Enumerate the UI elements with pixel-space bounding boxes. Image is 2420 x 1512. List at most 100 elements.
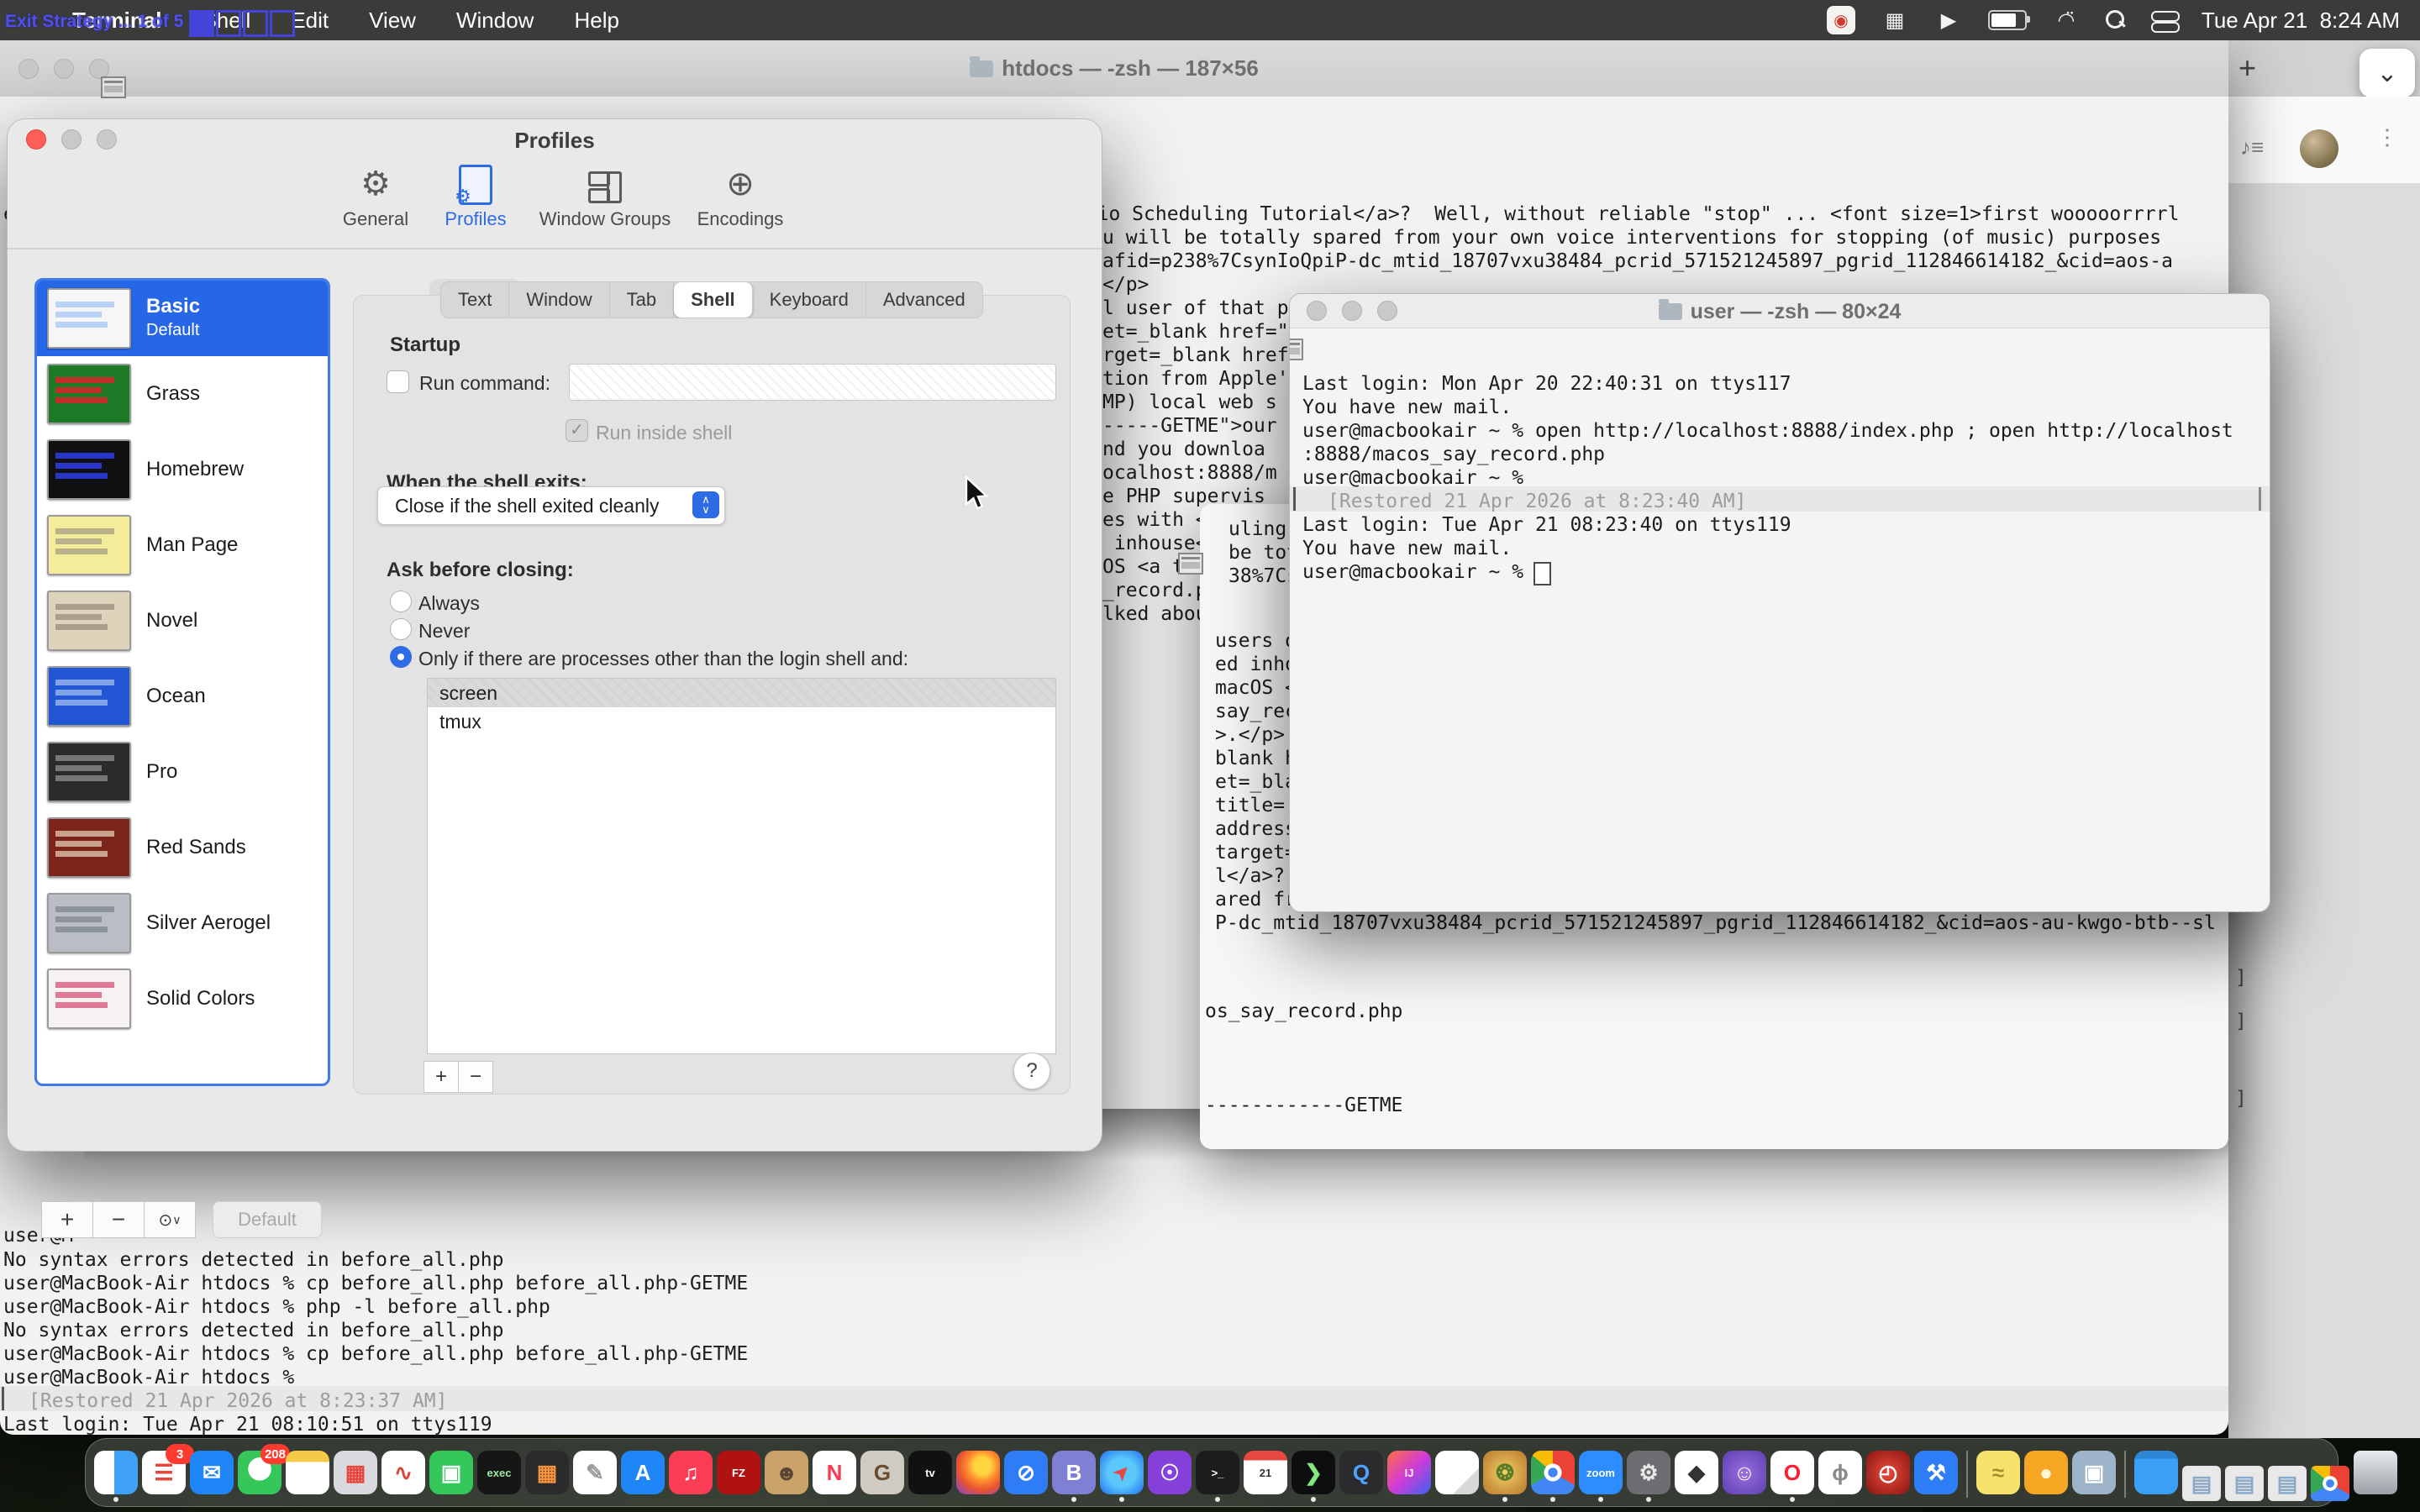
profile-list-item[interactable]: Ocean [37, 659, 328, 734]
chevron-down-button[interactable]: ⌄ [2360, 49, 2415, 97]
toolbar-profiles[interactable]: Profiles [413, 165, 539, 230]
htdocs-titlebar[interactable]: htdocs — -zsh — 187×56 [0, 40, 2228, 97]
profile-list[interactable]: BasicDefault Grass Homebrew [34, 278, 330, 1086]
radio-only-if-processes[interactable] [390, 646, 412, 668]
run-inside-shell-checkbox[interactable]: ✓ [566, 419, 588, 442]
dock-item-messages[interactable]: 208 [238, 1451, 281, 1494]
dock-item-minimized-window-1[interactable]: ▤ [2182, 1466, 2221, 1501]
user-terminal-window[interactable]: user — -zsh — 80×24 Last login: Mon Apr … [1289, 293, 2270, 912]
profile-list-actions[interactable]: + − ⊙∨ [41, 1201, 195, 1238]
profile-list-item[interactable]: Red Sands [37, 810, 328, 885]
dock-item-xcode[interactable]: ⚒ [1914, 1451, 1958, 1494]
dock-item-intellij[interactable]: IJ [1387, 1451, 1431, 1494]
dock-item-screenshot-preview[interactable]: ▣ [2072, 1451, 2116, 1494]
dock-item-notes[interactable] [286, 1451, 329, 1494]
shell-exits-dropdown[interactable]: Close if the shell exited cleanly ∧∨ [377, 486, 725, 525]
tab[interactable]: Tab [610, 282, 674, 318]
tab[interactable]: Keyboard [753, 282, 866, 318]
dock-item-freeform[interactable]: ∿ [381, 1451, 425, 1494]
profile-list-item[interactable]: Grass [37, 356, 328, 432]
dock-item-tv[interactable]: tv [908, 1451, 952, 1494]
tab[interactable]: Advanced [866, 282, 982, 318]
menu-help[interactable]: Help [574, 8, 618, 34]
dock-item-stickies[interactable]: ≈ [1976, 1451, 2020, 1494]
window-switcher-icon[interactable]: ▦ [1881, 8, 1909, 33]
dock-item-podcasts[interactable]: ☉ [1148, 1451, 1192, 1494]
dock-item-zoom[interactable]: zoom [1579, 1451, 1623, 1494]
tab[interactable]: Text [441, 282, 509, 318]
battery-icon[interactable] [1988, 10, 2027, 30]
dock-item-downloads-folder[interactable] [2134, 1451, 2178, 1494]
toolbar-window-groups[interactable]: Window Groups [521, 165, 689, 230]
spotlight-icon[interactable] [2106, 10, 2126, 30]
radio-always[interactable] [390, 591, 412, 612]
dock-item-herd[interactable]: ɸ [1818, 1451, 1862, 1494]
add-profile-button[interactable]: + [41, 1201, 93, 1238]
user-terminal-content[interactable]: Last login: Mon Apr 20 22:40:31 on ttys1… [1290, 328, 2270, 911]
radio-never[interactable] [390, 618, 412, 640]
dock-item-launchpad[interactable]: ▦ [334, 1451, 377, 1494]
dock-item-purple-pet[interactable]: ☺ [1723, 1451, 1766, 1494]
dock-item-sep1[interactable] [1962, 1451, 1972, 1494]
user-titlebar[interactable]: user — -zsh — 80×24 [1290, 294, 2270, 328]
dock-item-blocked-app[interactable]: ⊘ [1004, 1451, 1048, 1494]
dock-item-trash[interactable] [2354, 1451, 2397, 1494]
profile-list-item[interactable]: Pro [37, 734, 328, 810]
dock-item-gimp[interactable]: G [860, 1451, 904, 1494]
dock-item-minimized-window-3[interactable]: ▤ [2268, 1466, 2307, 1501]
dock-item-finder[interactable] [94, 1451, 138, 1494]
profile-list-item[interactable]: Silver Aerogel [37, 885, 328, 961]
dock-item-calendar[interactable]: 21 [1244, 1451, 1287, 1494]
dock-item-sep2[interactable] [2120, 1451, 2130, 1494]
dock-item-mail[interactable]: ✉ [190, 1451, 234, 1494]
process-list[interactable]: screen tmux [427, 678, 1056, 1054]
dock-item-opera[interactable]: O [1770, 1451, 1814, 1494]
close-button[interactable] [26, 129, 46, 150]
dock-item-gauge-app[interactable]: ◴ [1866, 1451, 1910, 1494]
dock-item-filezilla[interactable]: FZ [717, 1451, 760, 1494]
remove-profile-button[interactable]: − [92, 1201, 145, 1238]
dock-item-reminders[interactable]: ☰ 3 [142, 1451, 186, 1494]
remove-process-button[interactable]: − [458, 1061, 493, 1093]
add-process-button[interactable]: + [424, 1061, 459, 1093]
avatar[interactable] [2300, 129, 2338, 168]
profile-list-item[interactable]: Homebrew [37, 432, 328, 507]
run-command-checkbox[interactable] [387, 370, 409, 393]
page-indicator-icon[interactable] [101, 76, 126, 98]
more-actions-button[interactable]: ⊙∨ [144, 1201, 196, 1238]
playlist-icon[interactable]: ♪≡ [2240, 134, 2264, 160]
dock-item-quicktime[interactable]: Q [1339, 1451, 1383, 1494]
dock-item-calculator[interactable]: ▦ [525, 1451, 569, 1494]
default-button[interactable]: Default [213, 1201, 322, 1238]
dock-item-libreoffice[interactable] [1435, 1451, 1479, 1494]
dock-item-firefox[interactable] [956, 1451, 1000, 1494]
dock-item-paint-palette[interactable]: ❂ [1483, 1451, 1527, 1494]
dock-item-music[interactable]: ♫ [669, 1451, 713, 1494]
more-options-icon[interactable]: ⋮ [2376, 131, 2398, 143]
zoom-button[interactable] [97, 129, 117, 150]
help-button[interactable]: ? [1013, 1053, 1050, 1089]
dock[interactable]: ☰ 3 ✉ 208 ▦ ∿ [85, 1438, 2338, 1507]
process-list-item[interactable]: tmux [428, 707, 1055, 736]
dock-item-exec-app[interactable]: exec [477, 1451, 521, 1494]
dock-item-inkscape[interactable]: ◆ [1675, 1451, 1718, 1494]
menu-bar-clock[interactable]: Tue Apr 21 8:24 AM [2202, 8, 2400, 34]
now-playing-icon[interactable]: ▶ [1934, 8, 1963, 33]
tab[interactable]: Shell [674, 282, 753, 318]
dock-item-minimized-chrome[interactable] [2311, 1466, 2349, 1501]
dock-item-news[interactable]: N [813, 1451, 856, 1494]
minimize-button[interactable] [61, 129, 82, 150]
dock-item-contacts[interactable]: ☻ [765, 1451, 808, 1494]
dock-item-facetime[interactable]: ▣ [429, 1451, 473, 1494]
profile-list-item[interactable]: Novel [37, 583, 328, 659]
dock-item-minimized-window-2[interactable]: ▤ [2225, 1466, 2264, 1501]
profile-list-item[interactable]: Solid Colors [37, 961, 328, 1037]
dock-item-terminal[interactable]: >_ [1196, 1451, 1239, 1494]
wifi-icon[interactable]: ◠̈ [2052, 8, 2081, 33]
process-list-item[interactable]: screen [428, 679, 1055, 707]
menu-window[interactable]: Window [456, 8, 534, 34]
profile-list-item[interactable]: Man Page [37, 507, 328, 583]
profile-list-item[interactable]: BasicDefault [37, 281, 328, 356]
control-center-icon[interactable] [2151, 11, 2176, 29]
new-tab-button[interactable]: + [2238, 50, 2256, 86]
